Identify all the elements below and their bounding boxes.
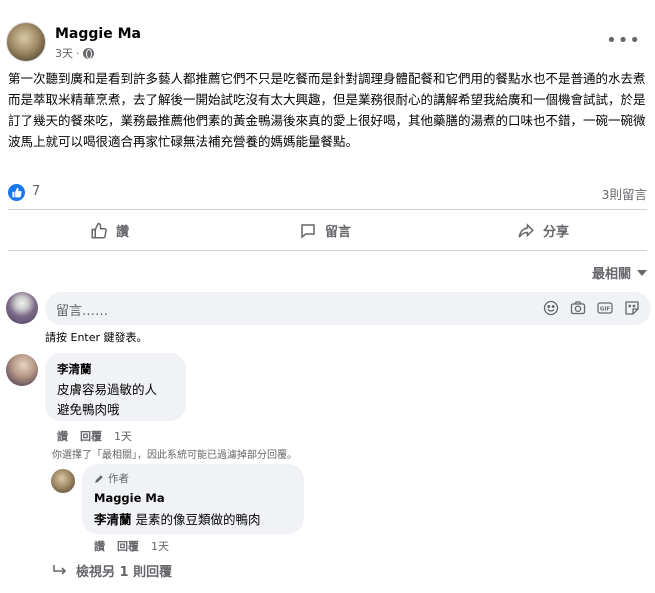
reply-author-name[interactable]: Maggie Ma bbox=[94, 491, 292, 505]
post-text: 第一次聽到廣和是看到許多藝人都推薦它們不只是吃餐而是針對調理身體配餐和它們用的餐… bbox=[8, 71, 646, 149]
comment-bubble: 李清蘭 皮膚容易過敏的人 避免鴨肉哦 bbox=[45, 353, 186, 421]
reply-reply-button[interactable]: 回覆 bbox=[117, 538, 139, 554]
view-more-replies-label: 檢視另 1 則回覆 bbox=[76, 565, 173, 580]
reply-text: 李清蘭 是素的像豆類做的鴨肉 bbox=[94, 509, 292, 528]
divider bbox=[8, 250, 647, 251]
sticker-icon[interactable] bbox=[624, 300, 640, 316]
comment-input-hint: 請按 Enter 鍵發表。 bbox=[45, 331, 148, 344]
post-time[interactable]: 3天 bbox=[55, 45, 73, 61]
share-button-label: 分享 bbox=[543, 225, 570, 240]
svg-text:GIF: GIF bbox=[600, 307, 611, 313]
like-button-label: 讚 bbox=[116, 225, 130, 240]
comment-sort-dropdown[interactable]: 最相關 bbox=[592, 263, 647, 282]
like-button[interactable]: 讚 bbox=[90, 221, 129, 240]
camera-icon[interactable] bbox=[570, 300, 586, 316]
pencil-icon bbox=[95, 474, 103, 483]
divider bbox=[8, 209, 647, 210]
post-meta: 3天 · bbox=[55, 45, 94, 61]
comment-text-line: 皮膚容易過敏的人 bbox=[57, 382, 158, 397]
author-badge: 作者 bbox=[94, 471, 292, 486]
reply-actions: 讚 回覆 1天 bbox=[94, 538, 169, 554]
current-user-avatar[interactable] bbox=[6, 292, 38, 324]
like-count[interactable]: 7 bbox=[32, 184, 40, 199]
reply-arrow-icon bbox=[53, 564, 67, 575]
reply-time[interactable]: 1天 bbox=[151, 538, 169, 554]
view-more-replies-link[interactable]: 檢視另 1 則回覆 bbox=[52, 561, 172, 580]
thumbs-up-icon bbox=[91, 222, 107, 238]
gif-icon[interactable]: GIF bbox=[597, 300, 613, 316]
comment-time[interactable]: 1天 bbox=[114, 428, 132, 444]
comment-button-label: 留言 bbox=[325, 225, 352, 240]
author-badge-label: 作者 bbox=[108, 473, 129, 485]
globe-icon bbox=[82, 47, 94, 59]
reply-like-button[interactable]: 讚 bbox=[94, 538, 105, 554]
reply-author-avatar[interactable] bbox=[51, 469, 75, 493]
comment-like-button[interactable]: 讚 bbox=[57, 428, 68, 444]
reply-bubble: 作者 Maggie Ma 李清蘭 是素的像豆類做的鴨肉 bbox=[82, 464, 304, 534]
comment-button[interactable]: 留言 bbox=[299, 221, 351, 240]
post-author-name[interactable]: Maggie Ma bbox=[55, 26, 141, 42]
comment-icon bbox=[301, 223, 315, 239]
caret-down-icon bbox=[637, 269, 647, 276]
mention-link[interactable]: 李清蘭 bbox=[94, 512, 132, 527]
more-options-button[interactable]: ••• bbox=[606, 30, 641, 51]
author-avatar[interactable] bbox=[6, 22, 46, 62]
comment-text: 皮膚容易過敏的人 避免鴨肉哦 bbox=[57, 380, 174, 420]
sort-label: 最相關 bbox=[591, 267, 631, 282]
commenter-avatar[interactable] bbox=[6, 354, 38, 386]
comment-text-line: 避免鴨肉哦 bbox=[57, 402, 120, 417]
share-icon bbox=[518, 222, 534, 237]
comment-actions: 讚 回覆 1天 bbox=[57, 428, 132, 444]
commenter-name[interactable]: 李清蘭 bbox=[57, 361, 174, 377]
emoji-icon[interactable] bbox=[543, 300, 559, 316]
like-reaction-icon[interactable] bbox=[8, 184, 25, 201]
share-button[interactable]: 分享 bbox=[517, 221, 569, 240]
comment-count[interactable]: 3則留言 bbox=[602, 184, 647, 203]
comment-reply-button[interactable]: 回覆 bbox=[80, 428, 102, 444]
filter-note: 你選擇了「最相關」，因此系統可能已過濾掉部分回覆。 bbox=[52, 450, 297, 461]
comment-input-tools: GIF bbox=[543, 300, 640, 316]
reply-body: 是素的像豆類做的鴨肉 bbox=[131, 512, 261, 527]
